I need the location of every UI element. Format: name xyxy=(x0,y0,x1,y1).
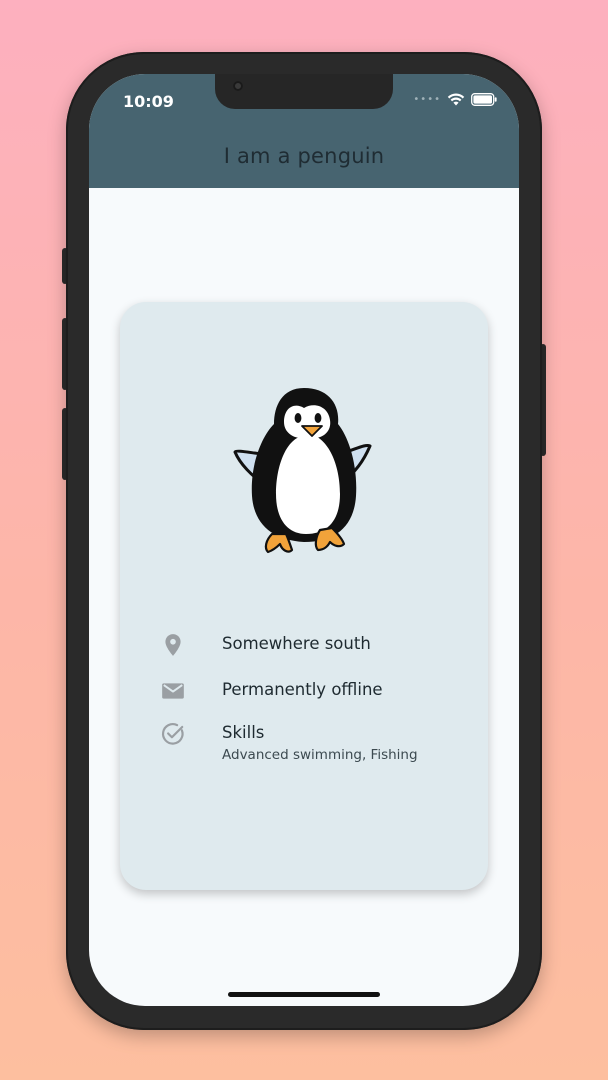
camera-icon xyxy=(233,81,243,91)
skills-label: Skills xyxy=(222,723,265,742)
check-circle-icon xyxy=(162,723,184,745)
skills-row: Skills Advanced swimming, Fishing xyxy=(120,721,488,773)
skills-sublabel: Advanced swimming, Fishing xyxy=(222,747,418,763)
signal-dots-icon: •••• xyxy=(413,93,441,105)
location-pin-icon xyxy=(165,634,181,656)
status-icons: •••• xyxy=(413,92,497,106)
home-indicator[interactable] xyxy=(228,992,380,997)
contact-row: Permanently offline xyxy=(120,678,488,712)
location-row: Somewhere south xyxy=(120,632,488,666)
phone-screen: 10:09 •••• I am a penguin Somewhere sout… xyxy=(89,74,519,1006)
location-label: Somewhere south xyxy=(222,634,371,653)
battery-icon xyxy=(471,92,497,106)
contact-label: Permanently offline xyxy=(222,680,383,699)
penguin-illustration xyxy=(233,388,372,554)
status-time: 10:09 xyxy=(123,92,174,111)
profile-card: Somewhere south Permanently offline Skil… xyxy=(120,302,488,890)
mail-icon xyxy=(162,683,184,699)
notch xyxy=(215,74,393,109)
wifi-icon xyxy=(447,93,465,106)
page-title: I am a penguin xyxy=(223,144,385,168)
